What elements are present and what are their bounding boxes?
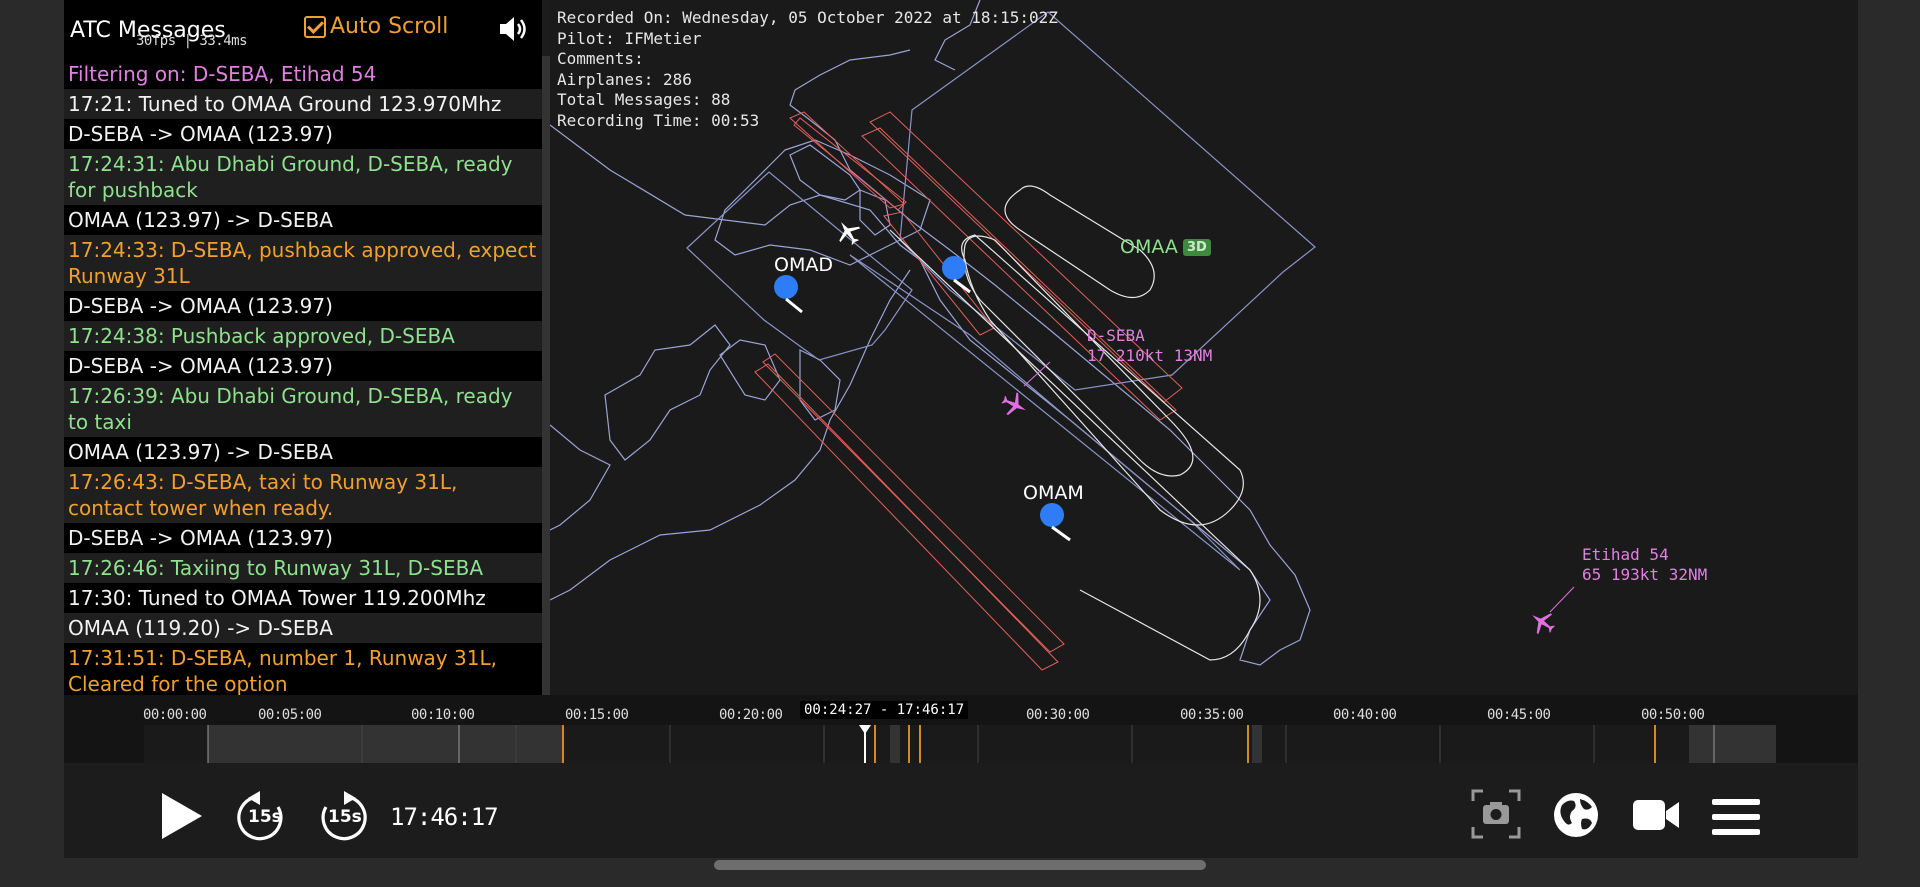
total-messages: Total Messages: 88 (557, 90, 731, 109)
fps-readout: 30fps | 33.4ms (136, 33, 248, 49)
omam-dot[interactable] (1040, 503, 1064, 527)
omaa-label[interactable]: OMAA (1120, 236, 1178, 258)
timeline-tick: 00:20:00 (719, 707, 783, 723)
coastline-west (550, 424, 611, 531)
globe-icon[interactable] (1552, 791, 1600, 843)
timeline[interactable]: 00:00:00 00:05:00 00:10:00 00:15:00 00:2… (64, 695, 1858, 765)
recording-info: Recorded On: Wednesday, 05 October 2022 … (557, 8, 1058, 131)
atc-message[interactable]: 17:24:33: D-SEBA, pushback approved, exp… (64, 235, 542, 291)
omaa-3d-badge[interactable]: 3D (1183, 239, 1211, 256)
atc-message[interactable]: OMAA (119.20) -> D-SEBA (64, 613, 542, 643)
home-indicator[interactable] (714, 860, 1206, 870)
omaa-runway-line (953, 278, 971, 294)
omam-cone-west (762, 353, 1065, 653)
dseba-tag[interactable]: D-SEBA 17 210kt 13NM (1087, 326, 1212, 366)
timeline-tick: 00:00:00 (143, 707, 207, 723)
play-icon[interactable] (158, 791, 204, 845)
auto-scroll-label: Auto Scroll (330, 14, 449, 39)
atc-message[interactable]: D-SEBA -> OMAA (123.97) (64, 351, 542, 381)
coastline-island-1 (714, 139, 931, 266)
comments: Comments: (557, 49, 644, 68)
atc-message[interactable]: 17:26:46: Taxiing to Runway 31L, D-SEBA (64, 553, 542, 583)
atc-message[interactable]: D-SEBA -> OMAA (123.97) (64, 119, 542, 149)
timeline-tick: 00:15:00 (565, 707, 629, 723)
etihad-tag[interactable]: Etihad 54 65 193kt 32NM (1582, 545, 1707, 585)
dseba-aircraft-icon[interactable] (998, 389, 1031, 421)
atc-message[interactable]: 17:30: Tuned to OMAA Tower 119.200Mhz (64, 583, 542, 613)
atc-message-list: Filtering on: D-SEBA, Etihad 54 17:21: Tu… (64, 59, 542, 695)
aircraft-layer (839, 222, 1575, 639)
atc-scrollbar[interactable] (542, 56, 550, 695)
omam-runway-line (1051, 525, 1071, 542)
etihad-leader-line (1549, 586, 1575, 613)
timeline-tick: 00:40:00 (1333, 707, 1397, 723)
omaa-dot[interactable] (942, 256, 966, 280)
atc-message[interactable]: 17:31:51: D-SEBA, number 1, Runway 31L, … (64, 643, 542, 695)
dseba-info: 17 210kt 13NM (1087, 346, 1213, 365)
atc-message[interactable]: D-SEBA -> OMAA (123.97) (64, 523, 542, 553)
checkbox-icon[interactable] (304, 15, 326, 38)
omad-dot[interactable] (774, 275, 798, 299)
atc-message[interactable]: OMAA (123.97) -> D-SEBA (64, 437, 542, 467)
omam-label[interactable]: OMAM (1023, 482, 1084, 504)
timeline-tick: 00:35:00 (1180, 707, 1244, 723)
atc-message[interactable]: 17:24:31: Abu Dhabi Ground, D-SEBA, read… (64, 149, 542, 205)
timeline-playhead[interactable] (144, 725, 1776, 765)
coastline-island-6 (859, 189, 891, 236)
replay-app: ATC Messages 30fps | 33.4ms Auto Scroll … (64, 0, 1858, 858)
pilot: Pilot: IFMetier (557, 28, 702, 48)
map-view[interactable]: Recorded On: Wednesday, 05 October 2022 … (550, 0, 1858, 695)
forward-15-button[interactable]: 15s (316, 791, 368, 847)
speaker-icon[interactable] (498, 14, 532, 44)
range-tooltip: 00:24:27 - 17:46:17 (800, 701, 969, 719)
atc-message[interactable]: D-SEBA -> OMAA (123.97) (64, 291, 542, 321)
airplanes-count: Airplanes: 286 (557, 69, 692, 89)
playback-controls: 15s 15s 17:46:17 (64, 763, 1858, 858)
timeline-tick: 00:05:00 (258, 707, 322, 723)
dseba-name: D-SEBA (1087, 326, 1145, 345)
atc-message[interactable]: 17:24:38: Pushback approved, D-SEBA (64, 321, 542, 351)
etihad-path (889, 229, 1261, 661)
timeline-tick: 00:45:00 (1487, 707, 1551, 723)
atc-message[interactable]: 17:26:43: D-SEBA, taxi to Runway 31L, co… (64, 467, 542, 523)
timeline-track[interactable] (144, 725, 1839, 765)
timeline-tick: 00:50:00 (1641, 707, 1705, 723)
screenshot-icon[interactable] (1471, 789, 1521, 843)
traffic-patterns (889, 185, 1261, 661)
rewind-15-button[interactable]: 15s (236, 791, 288, 847)
atc-message[interactable]: 17:21: Tuned to OMAA Ground 123.970Mhz (64, 89, 542, 119)
etihad-aircraft-icon[interactable] (1525, 605, 1559, 639)
atc-message[interactable]: OMAA (123.97) -> D-SEBA (64, 205, 542, 235)
omad-label[interactable]: OMAD (774, 254, 833, 276)
atc-messages-panel: ATC Messages 30fps | 33.4ms Auto Scroll … (64, 0, 542, 695)
atc-message[interactable]: 17:26:39: Abu Dhabi Ground, D-SEBA, read… (64, 381, 542, 437)
recording-time: Recording Time: 00:53 (557, 110, 760, 130)
forward-15-label: 15s (328, 807, 362, 827)
omad-runway-line (785, 297, 803, 314)
current-time: 17:46:17 (390, 803, 499, 831)
etihad-info: 65 193kt 32NM (1582, 565, 1708, 584)
timeline-tick: 00:30:00 (1026, 707, 1090, 723)
coastline-island-2 (604, 324, 731, 461)
etihad-name: Etihad 54 (1582, 545, 1669, 564)
camera-icon[interactable] (1632, 797, 1680, 837)
timeline-tick: 00:10:00 (411, 707, 475, 723)
atc-message[interactable]: Filtering on: D-SEBA, Etihad 54 (64, 59, 542, 89)
recorded-on: Recorded On: Wednesday, 05 October 2022 … (557, 8, 1058, 27)
atc-header: ATC Messages 30fps | 33.4ms Auto Scroll (64, 0, 542, 56)
menu-icon[interactable] (1712, 797, 1760, 841)
rewind-15-label: 15s (248, 807, 282, 827)
auto-scroll-toggle[interactable]: Auto Scroll (304, 14, 448, 39)
